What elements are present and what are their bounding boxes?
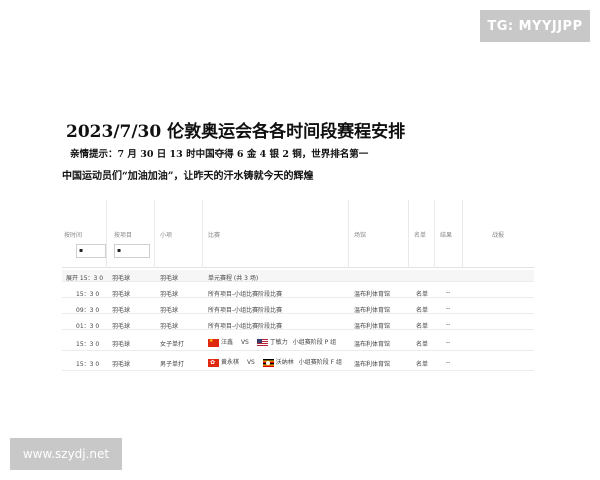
row-sport: 羽毛球 xyxy=(112,307,131,314)
row-time: 15：3 0 xyxy=(76,361,100,368)
info-tip: 亲情提示：7 月 30 日 13 时中国夺得 6 金 4 银 2 铜，世界排名第… xyxy=(70,149,369,160)
column-divider xyxy=(154,200,155,268)
column-divider xyxy=(434,200,435,268)
row-venue[interactable]: 温布利体育馆 xyxy=(354,305,390,314)
header-result: 结果 xyxy=(440,232,453,239)
row-time: 15：3 0 xyxy=(76,291,100,298)
row-result: -- xyxy=(446,359,451,366)
row-list[interactable]: 名单 xyxy=(416,289,428,298)
page-title: 2023/7/30 伦敦奥运会各各时间段赛程安排 xyxy=(66,122,406,142)
table-header: 按时间 按项目 小项 比赛 场馆 名单 结果 战报 ▪ ▪ xyxy=(62,200,534,268)
row-time: 15：3 0 xyxy=(76,341,100,348)
row-event: 羽毛球 xyxy=(160,291,179,298)
row-result: -- xyxy=(446,289,451,296)
column-divider xyxy=(348,200,349,268)
header-sport[interactable]: 按项目 xyxy=(114,230,132,239)
player-name[interactable]: 丁敏力 xyxy=(270,339,288,346)
site-watermark: www.szydj.net xyxy=(10,438,122,470)
row-venue[interactable]: 温布利体育馆 xyxy=(354,289,390,298)
row-sport: 羽毛球 xyxy=(112,275,131,282)
row-list[interactable]: 名单 xyxy=(416,321,428,330)
row-sport: 羽毛球 xyxy=(112,291,131,298)
slogan: 中国运动员们“加油加油”，让昨天的汗水铸就今天的辉煌 xyxy=(62,171,314,182)
table-row: 15：3 0 羽毛球 羽毛球 所有项目-小组比赛阶段比赛 温布利体育馆 名单 -… xyxy=(62,286,534,298)
row-list[interactable]: 名单 xyxy=(416,359,428,368)
column-divider xyxy=(202,200,203,268)
column-divider xyxy=(106,200,107,268)
row-event: 羽毛球 xyxy=(160,307,179,314)
row-event: 羽毛球 xyxy=(160,275,179,282)
player-name[interactable]: 汪鑫 xyxy=(221,339,233,346)
match-stage: 小组赛阶段 P 组 xyxy=(292,339,337,346)
row-match[interactable]: 汪鑫 VS 丁敏力 小组赛阶段 P 组 xyxy=(208,337,336,347)
row-time: 01：3 0 xyxy=(76,323,100,330)
row-match: 单元赛程 (共 3 场) xyxy=(208,275,259,282)
table-row: 15：3 0 羽毛球 男子单打 黄永棋 VS 沃纳林 小组赛阶段 F 组 温布利… xyxy=(62,353,534,371)
versus-label: VS xyxy=(240,339,249,346)
row-sport: 羽毛球 xyxy=(112,361,131,368)
row-event: 女子单打 xyxy=(160,341,185,348)
time-filter-select[interactable]: ▪ xyxy=(76,244,106,258)
table-row[interactable]: 展开 15：3 0 羽毛球 羽毛球 单元赛程 (共 3 场) xyxy=(62,270,534,282)
row-venue[interactable]: 温布利体育馆 xyxy=(354,359,390,368)
column-divider xyxy=(408,200,409,268)
header-venue: 场馆 xyxy=(354,232,367,239)
table-row: 09：3 0 羽毛球 羽毛球 所有项目-小组比赛阶段比赛 温布利体育馆 名单 -… xyxy=(62,302,534,314)
header-match: 比赛 xyxy=(208,232,221,239)
player-name[interactable]: 沃纳林 xyxy=(276,359,294,366)
row-event: 男子单打 xyxy=(160,361,185,368)
row-sport: 羽毛球 xyxy=(112,341,131,348)
header-report: 战报 xyxy=(492,232,505,239)
header-list: 名单 xyxy=(414,232,427,239)
row-time[interactable]: 展开 15：3 0 xyxy=(66,273,103,282)
row-list[interactable]: 名单 xyxy=(416,305,428,314)
row-result: -- xyxy=(446,321,451,328)
telegram-watermark: TG: MYYJJPP xyxy=(480,10,590,42)
row-match[interactable]: 所有项目-小组比赛阶段比赛 xyxy=(208,289,282,298)
header-time[interactable]: 按时间 xyxy=(64,230,82,239)
sport-filter-select[interactable]: ▪ xyxy=(114,244,150,258)
row-event: 羽毛球 xyxy=(160,323,179,330)
hong-kong-flag-icon xyxy=(208,358,219,367)
usa-flag-icon xyxy=(256,338,268,347)
row-venue[interactable]: 温布利体育馆 xyxy=(354,339,390,348)
row-result: -- xyxy=(446,339,451,346)
player-name[interactable]: 黄永棋 xyxy=(221,359,239,366)
row-list[interactable]: 名单 xyxy=(416,339,428,348)
schedule-table: 按时间 按项目 小项 比赛 场馆 名单 结果 战报 ▪ ▪ 展开 15：3 0 … xyxy=(62,200,534,376)
match-stage: 小组赛阶段 F 组 xyxy=(298,359,342,366)
versus-label: VS xyxy=(246,359,255,366)
row-match[interactable]: 所有项目-小组比赛阶段比赛 xyxy=(208,321,282,330)
column-divider xyxy=(462,200,463,268)
table-row: 01：3 0 羽毛球 羽毛球 所有项目-小组比赛阶段比赛 温布利体育馆 名单 -… xyxy=(62,318,534,330)
china-flag-icon xyxy=(208,338,219,347)
row-match[interactable]: 黄永棋 VS 沃纳林 小组赛阶段 F 组 xyxy=(208,357,342,367)
row-match[interactable]: 所有项目-小组比赛阶段比赛 xyxy=(208,305,282,314)
table-row: 15：3 0 羽毛球 女子单打 汪鑫 VS 丁敏力 小组赛阶段 P 组 温布利体… xyxy=(62,333,534,351)
uganda-flag-icon xyxy=(262,358,274,367)
row-time: 09：3 0 xyxy=(76,307,100,314)
row-result: -- xyxy=(446,305,451,312)
row-sport: 羽毛球 xyxy=(112,323,131,330)
row-venue[interactable]: 温布利体育馆 xyxy=(354,321,390,330)
header-event: 小项 xyxy=(160,232,173,239)
